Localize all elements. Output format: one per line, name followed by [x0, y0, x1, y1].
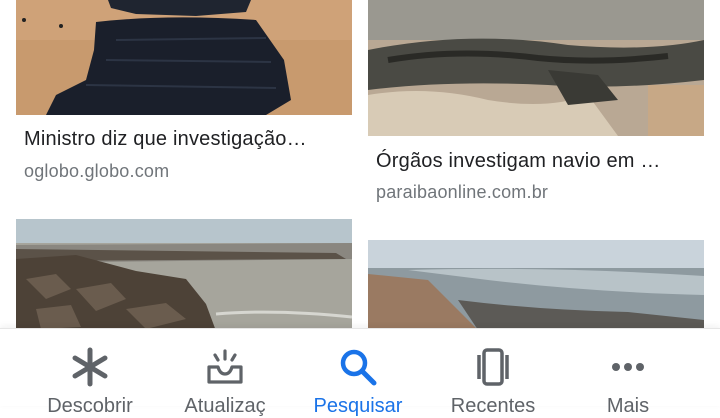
result-source: paraibaonline.com.br [376, 182, 549, 202]
nav-item-more[interactable]: Mais [556, 329, 700, 417]
result-image[interactable] [16, 219, 352, 330]
image-results-grid: Ministro diz que investigação… oglobo.gl… [0, 0, 720, 330]
nav-label: Pesquisar [313, 395, 403, 417]
nav-item-recents[interactable]: Recentes [421, 329, 565, 417]
result-card[interactable]: Órgãos investigam navio em … paraibaonli… [368, 0, 704, 215]
nav-item-search[interactable]: Pesquisar [286, 329, 430, 417]
search-icon [338, 347, 378, 387]
result-card[interactable]: Ministro diz que investigação… oglobo.gl… [16, 0, 352, 200]
recents-icon [473, 347, 513, 387]
more-icon [608, 347, 648, 387]
result-title[interactable]: Órgãos investigam navio em … [376, 150, 661, 173]
nav-item-discover[interactable]: Descobrir [18, 329, 162, 417]
result-source: oglobo.globo.com [24, 161, 170, 181]
nav-label: Recentes [450, 395, 536, 417]
result-title[interactable]: Ministro diz que investigação… [24, 128, 307, 151]
result-card[interactable] [16, 219, 352, 330]
nav-item-updates[interactable]: Atualizaç [153, 329, 297, 417]
result-image[interactable] [16, 0, 352, 115]
result-card[interactable] [368, 240, 704, 330]
result-image[interactable] [368, 240, 704, 330]
result-image[interactable] [368, 0, 704, 136]
nav-label: Mais [606, 395, 650, 417]
bottom-navigation: Descobrir Atualizaç Pesquisar Recentes M… [0, 328, 720, 417]
nav-label: Descobrir [47, 395, 133, 417]
asterisk-icon [70, 347, 110, 387]
nav-label: Atualizaç [184, 395, 266, 417]
inbox-icon [205, 347, 245, 387]
